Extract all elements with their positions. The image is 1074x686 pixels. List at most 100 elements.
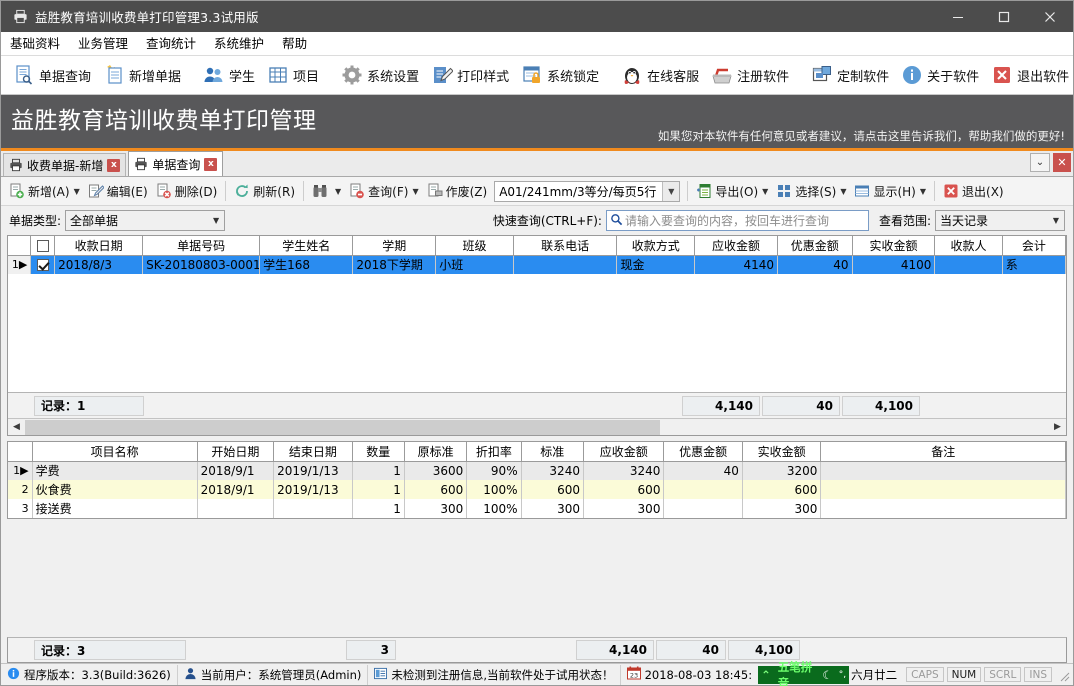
column-header-discount[interactable]: 优惠金额: [663, 442, 743, 462]
view-range-select[interactable]: 当天记录 ▼: [935, 210, 1065, 231]
minimize-button[interactable]: [935, 1, 981, 32]
toolbar-button-project[interactable]: 项目: [261, 58, 325, 92]
row-checkbox-cell[interactable]: [30, 255, 56, 274]
horizontal-scrollbar[interactable]: ◀ ▶: [8, 418, 1066, 435]
column-header-student-name[interactable]: 学生姓名: [259, 236, 354, 256]
close-button[interactable]: [1027, 1, 1073, 32]
chevron-down-icon[interactable]: ▼: [1048, 211, 1064, 230]
resize-grip-icon[interactable]: [1056, 668, 1070, 682]
column-header-discount[interactable]: 优惠金额: [777, 236, 853, 256]
chevron-down-icon[interactable]: ▼: [74, 187, 80, 196]
column-header-original-price[interactable]: 原标准: [404, 442, 468, 462]
scrollbar-thumb[interactable]: [25, 419, 660, 435]
status-license: 未检测到注册信息,当前软件处于试用状态！: [368, 664, 621, 685]
table-row[interactable]: 1▶ 学费 2018/9/1 2019/1/13 1 3600 90% 3240…: [8, 461, 1066, 480]
column-header-class[interactable]: 班级: [435, 236, 514, 256]
menu-item-system-maintenance[interactable]: 系统维护: [205, 33, 273, 55]
chevron-down-icon[interactable]: ▼: [208, 211, 224, 230]
toolbar-button-students[interactable]: 学生: [197, 58, 261, 92]
maximize-button[interactable]: [981, 1, 1027, 32]
chevron-down-icon[interactable]: ▼: [412, 187, 418, 196]
toolbar-button-online-support[interactable]: 在线客服: [615, 58, 705, 92]
column-header-item-name[interactable]: 项目名称: [32, 442, 198, 462]
toolbar-button-exit-software[interactable]: 退出软件: [985, 58, 1074, 92]
column-header-remark[interactable]: 备注: [820, 442, 1066, 462]
action-button-reprint[interactable]: 作废(Z): [423, 179, 492, 204]
checkbox-icon[interactable]: [36, 239, 49, 252]
column-header-accountant[interactable]: 会计: [1002, 236, 1067, 256]
ime-mode-icon[interactable]: ☾: [819, 668, 835, 682]
column-header-discount-rate[interactable]: 折扣率: [466, 442, 522, 462]
receipt-items-grid[interactable]: 项目名称 开始日期 结束日期 数量 原标准 折扣率 标准 应收金额 优惠金额 实…: [7, 441, 1067, 519]
table-row[interactable]: 3 接送费 1 300 100% 300 300 300: [8, 499, 1066, 518]
menu-item-query-stats[interactable]: 查询统计: [137, 33, 205, 55]
scroll-left-icon[interactable]: ◀: [8, 420, 25, 435]
chevron-down-icon[interactable]: ▼: [662, 181, 680, 201]
banner-feedback-link[interactable]: 如果您对本软件有任何意见或者建议，请点击这里告诉我们，帮助我们做的更好!: [658, 128, 1065, 144]
column-header-standard[interactable]: 标准: [521, 442, 584, 462]
table-row[interactable]: 1▶ 2018/8/3 SK-20180803-0001 学生168 2018下…: [8, 255, 1067, 274]
ime-punctuation-icon[interactable]: °,: [836, 670, 849, 680]
column-header-phone[interactable]: 联系电话: [513, 236, 618, 256]
column-header-receivable[interactable]: 应收金额: [583, 442, 665, 462]
chevron-down-icon[interactable]: ▼: [762, 187, 768, 196]
status-version: 程序版本：3.3(Build:3626): [1, 664, 178, 685]
column-header-payee[interactable]: 收款人: [934, 236, 1003, 256]
scroll-right-icon[interactable]: ▶: [1049, 420, 1066, 435]
action-button-refresh[interactable]: 刷新(R): [230, 179, 299, 204]
column-header-document-no[interactable]: 单据号码: [142, 236, 261, 256]
action-separator: [687, 181, 689, 201]
checkbox-icon[interactable]: [36, 259, 49, 272]
toolbar-button-document-query[interactable]: 单据查询: [7, 58, 97, 92]
print-style-select[interactable]: A01/241mm/3等分/每页5行 ▼: [494, 180, 681, 202]
chevron-down-icon[interactable]: ⌄: [1030, 153, 1050, 172]
chevron-down-icon[interactable]: ▼: [920, 187, 926, 196]
action-button-query[interactable]: ▼: [308, 179, 345, 204]
ime-expand-icon[interactable]: ⌃: [758, 668, 774, 682]
toolbar-button-system-lock[interactable]: 系统锁定: [515, 58, 605, 92]
menu-item-help[interactable]: 帮助: [273, 33, 316, 55]
action-button-delete[interactable]: 删除(D): [152, 179, 222, 204]
document-type-select[interactable]: 全部单据 ▼: [65, 210, 226, 231]
toolbar-button-system-settings[interactable]: 系统设置: [335, 58, 425, 92]
action-button-select[interactable]: 选择(S) ▼: [772, 179, 850, 204]
action-button-export[interactable]: 导出(O) ▼: [692, 179, 772, 204]
table-row[interactable]: 2 伙食费 2018/9/1 2019/1/13 1 600 100% 600 …: [8, 480, 1066, 499]
toolbar-button-print-style[interactable]: 打印样式: [425, 58, 515, 92]
tab-document-query[interactable]: 单据查询 x: [128, 151, 224, 176]
tab-close-icon[interactable]: x: [107, 158, 121, 172]
chevron-down-icon[interactable]: ▼: [335, 187, 341, 196]
cell-remark: [820, 461, 1066, 480]
cell-discount: [663, 499, 743, 518]
quick-search-input[interactable]: 请输入要查询的内容，按回车进行查询: [605, 210, 869, 231]
column-header-receivable[interactable]: 应收金额: [694, 236, 778, 256]
column-header-payment-date[interactable]: 收款日期: [54, 236, 144, 256]
action-button-display[interactable]: 显示(H) ▼: [850, 179, 930, 204]
column-header-start-date[interactable]: 开始日期: [197, 442, 275, 462]
column-header-received[interactable]: 实收金额: [852, 236, 936, 256]
menu-item-basic-data[interactable]: 基础资料: [1, 33, 69, 55]
column-header-payment-method[interactable]: 收款方式: [616, 236, 696, 256]
tab-close-icon[interactable]: x: [204, 157, 218, 171]
toolbar-button-new-document[interactable]: 新增单据: [97, 58, 187, 92]
action-button-void[interactable]: 查询(F) ▼: [345, 179, 422, 204]
action-button-edit[interactable]: 编辑(E): [84, 179, 152, 204]
menu-item-business[interactable]: 业务管理: [69, 33, 137, 55]
column-header-received[interactable]: 实收金额: [742, 442, 822, 462]
ime-indicator[interactable]: ⌃ 五笔拼音 ☾ °,: [758, 660, 850, 686]
tab-new-receipt[interactable]: 收费单据-新增 x: [3, 153, 127, 176]
chevron-down-icon[interactable]: ▼: [840, 187, 846, 196]
scrollbar-track[interactable]: [25, 419, 1049, 435]
action-button-exit[interactable]: 退出(X): [939, 179, 1008, 204]
close-all-tabs-icon[interactable]: ✕: [1053, 153, 1071, 172]
toolbar-button-register-software[interactable]: 注册软件: [705, 58, 795, 92]
receipts-grid[interactable]: 收款日期 单据号码 学生姓名 学期 班级 联系电话 收款方式 应收金额 优惠金额…: [7, 235, 1067, 436]
select-all-checkbox-header[interactable]: [30, 236, 56, 256]
column-header-term[interactable]: 学期: [352, 236, 437, 256]
toolbar-button-customize-software[interactable]: 定制软件: [805, 58, 895, 92]
column-header-quantity[interactable]: 数量: [352, 442, 405, 462]
toolbar-button-about[interactable]: 关于软件: [895, 58, 985, 92]
action-button-add[interactable]: 新增(A) ▼: [5, 179, 84, 204]
column-header-end-date[interactable]: 结束日期: [273, 442, 353, 462]
items-summary-quantity: 3: [346, 640, 396, 660]
